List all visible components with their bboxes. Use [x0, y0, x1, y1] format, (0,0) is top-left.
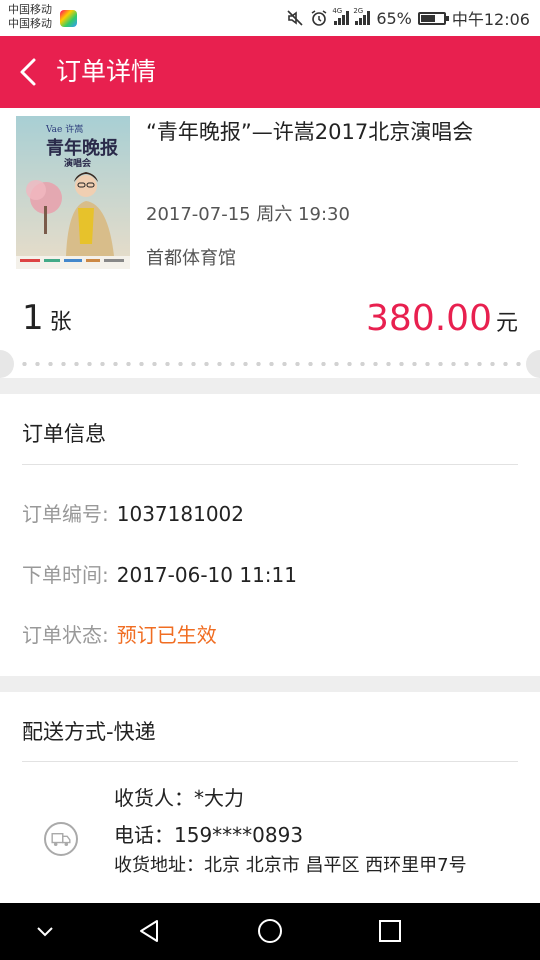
order-status-label: 订单状态: [22, 623, 109, 647]
ticket-quantity-unit: 张 [49, 310, 72, 335]
status-bar: 中国移动 中国移动 4G 2G 65% 中午12:06 [0, 0, 540, 36]
event-datetime: 2017-07-15 周六 19:30 [146, 204, 350, 225]
chevron-down-icon[interactable] [30, 916, 60, 946]
page-title: 订单详情 [56, 57, 157, 86]
price-amount: 380.00 [366, 298, 492, 339]
back-triangle-icon[interactable] [135, 916, 165, 946]
order-status-row: 订单状态: 预订已生效 [22, 619, 217, 648]
poster-text-3: 演唱会 [64, 157, 92, 169]
system-nav-bar [0, 903, 540, 960]
divider [22, 464, 518, 465]
order-time-value: 2017-06-10 11:11 [116, 563, 297, 587]
battery-fill [420, 14, 435, 22]
mute-icon [287, 10, 303, 26]
ticket-separator [0, 350, 540, 378]
app-notification-icon [60, 10, 77, 27]
order-time-label: 下单时间: [22, 563, 109, 587]
recents-square-icon[interactable] [375, 916, 405, 946]
ticket-quantity-value: 1 [22, 298, 44, 338]
alarm-icon [311, 10, 327, 26]
order-number-row: 订单编号: 1037181002 [22, 498, 244, 527]
section-gap [0, 378, 540, 394]
event-venue: 首都体育馆 [146, 248, 236, 269]
order-status-value: 预订已生效 [116, 623, 217, 647]
carrier-label-2: 中国移动 [8, 17, 52, 30]
network-type-1: 4G [332, 7, 343, 15]
network-type-2: 2G [353, 7, 364, 15]
section-gap-2 [0, 676, 540, 692]
receiver-phone: 电话：159****0893 [114, 823, 304, 847]
poster-artwork: Vae 许嵩 青年晚报 演唱会 [16, 116, 130, 269]
carrier-label-1: 中国移动 [8, 3, 52, 16]
battery-icon [417, 11, 449, 25]
receiver-address: 收货地址：北京 北京市 昌平区 西环里甲7号 [114, 855, 467, 876]
order-number-label: 订单编号: [22, 502, 109, 526]
ticket-notch-right [526, 350, 540, 378]
app-header: 订单详情 [0, 36, 540, 108]
chevron-left-icon[interactable] [14, 56, 44, 88]
order-info-title: 订单信息 [22, 422, 106, 446]
order-time-row: 下单时间: 2017-06-10 11:11 [22, 559, 297, 588]
ticket-notch-left [0, 350, 14, 378]
event-poster[interactable]: Vae 许嵩 青年晚报 演唱会 [16, 116, 130, 269]
home-circle-icon[interactable] [255, 916, 285, 946]
carrier-info: 中国移动 中国移动 [8, 3, 52, 31]
price-currency: 元 [495, 311, 518, 336]
signal-icon: 4G [332, 7, 350, 25]
ticket-quantity: 1张 [22, 298, 72, 338]
poster-text-1: Vae 许嵩 [45, 123, 83, 135]
clock: 中午12:06 [451, 10, 530, 29]
dotted-line [18, 362, 522, 366]
delivery-truck-icon [44, 822, 78, 856]
order-number-value: 1037181002 [116, 502, 244, 526]
delivery-title: 配送方式-快递 [22, 720, 156, 744]
poster-text-2: 青年晚报 [46, 137, 118, 159]
status-icons: 4G 2G 65% 中午12:06 [286, 7, 530, 29]
signal-icon-2: 2G [353, 7, 371, 25]
battery-percent: 65% [376, 8, 412, 28]
receiver-name: 收货人：*大力 [114, 786, 244, 810]
order-price: 380.00 元 [366, 298, 518, 339]
event-title: “青年晚报”—许嵩2017北京演唱会 [146, 120, 474, 144]
divider-2 [22, 761, 518, 762]
